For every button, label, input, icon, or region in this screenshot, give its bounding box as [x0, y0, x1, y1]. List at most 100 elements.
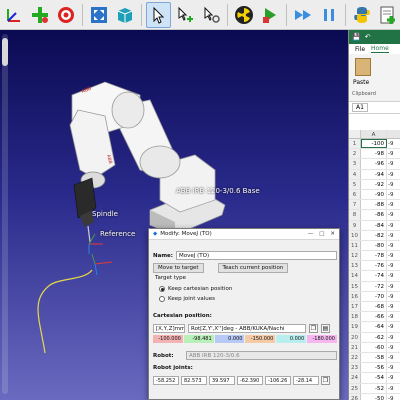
cartesian-value-field[interactable]: -180.000: [307, 335, 337, 343]
cell-b[interactable]: -9: [387, 149, 400, 158]
radiation-icon[interactable]: [232, 2, 256, 28]
spreadsheet-row[interactable]: 15 -72 -9: [349, 281, 400, 292]
row-number[interactable]: 2: [349, 149, 361, 159]
cartesian-value-field[interactable]: -98.481: [183, 335, 214, 343]
cell-b[interactable]: -9: [387, 139, 400, 148]
undo-icon[interactable]: ↶: [365, 33, 371, 41]
spreadsheet-row[interactable]: 2 -98 -9: [349, 149, 400, 160]
row-number[interactable]: 25: [349, 383, 361, 393]
cell-b[interactable]: -9: [387, 292, 400, 301]
spreadsheet-row[interactable]: 6 -90 -9: [349, 189, 400, 201]
cell-a[interactable]: -68: [361, 302, 387, 312]
spreadsheet-row[interactable]: 5 -92 -9: [349, 179, 400, 190]
row-number[interactable]: 4: [349, 169, 361, 179]
spreadsheet-row[interactable]: 11 -80 -9: [349, 240, 400, 252]
cartesian-value-field[interactable]: 0.000: [276, 335, 307, 343]
teach-icon[interactable]: [199, 2, 223, 28]
row-number[interactable]: 23: [349, 363, 361, 373]
row-number[interactable]: 10: [349, 230, 361, 240]
cell-b[interactable]: -9: [387, 394, 400, 400]
spreadsheet-row[interactable]: 25 -52 -9: [349, 383, 400, 394]
joint-value-field[interactable]: -58.252: [153, 376, 179, 385]
spreadsheet-row[interactable]: 20 -62 -9: [349, 332, 400, 343]
cell-b[interactable]: -9: [387, 282, 400, 291]
spreadsheet-grid[interactable]: A 1 -100 -9 2 -98 -9 3 -96 -9 4 -94 -9 5 -92 -9 6 -90 -9 7…: [349, 130, 400, 400]
row-number[interactable]: 7: [349, 200, 361, 210]
name-field[interactable]: MoveJ (TO): [175, 251, 337, 260]
paste-button-label[interactable]: Paste: [353, 79, 369, 86]
cell-a[interactable]: -76: [361, 261, 387, 271]
cell-b[interactable]: -9: [387, 221, 400, 230]
cell-b[interactable]: -9: [387, 190, 400, 199]
spreadsheet-row[interactable]: 12 -78 -9: [349, 251, 400, 262]
row-number[interactable]: 17: [349, 302, 361, 312]
row-number[interactable]: 26: [349, 393, 361, 400]
cell-a[interactable]: -94: [361, 169, 387, 179]
cell-b[interactable]: -9: [387, 333, 400, 342]
spreadsheet-row[interactable]: 21 -60 -9: [349, 342, 400, 353]
cell-a[interactable]: -56: [361, 363, 387, 373]
robot-select[interactable]: ABB IRB 120-3/0.6: [186, 351, 337, 360]
maximize-icon[interactable]: □: [319, 231, 324, 237]
row-number[interactable]: 6: [349, 189, 361, 200]
cell-a[interactable]: -88: [361, 200, 387, 210]
joint-value-field[interactable]: -62.390: [237, 376, 263, 385]
column-header-b[interactable]: [387, 130, 400, 138]
cell-a[interactable]: -100: [361, 139, 387, 149]
cell-b[interactable]: -9: [387, 200, 400, 209]
keep-cartesian-radio[interactable]: [159, 286, 165, 292]
cell-b[interactable]: -9: [387, 363, 400, 372]
cell-b[interactable]: -9: [387, 343, 400, 352]
dialog-titlebar[interactable]: ◆ Modify: MoveJ (TO) — □ ✕: [149, 229, 339, 240]
cell-b[interactable]: -9: [387, 353, 400, 362]
cell-b[interactable]: -9: [387, 384, 400, 393]
row-number[interactable]: 24: [349, 373, 361, 383]
spreadsheet-row[interactable]: 9 -84 -9: [349, 220, 400, 231]
spreadsheet-row[interactable]: 1 -100 -9: [349, 139, 400, 150]
teach-current-position-button[interactable]: Teach current position: [217, 263, 289, 273]
cell-a[interactable]: -60: [361, 342, 387, 352]
spreadsheet-row[interactable]: 17 -68 -9: [349, 302, 400, 313]
row-number[interactable]: 20: [349, 332, 361, 342]
row-number[interactable]: 21: [349, 342, 361, 352]
cell-b[interactable]: -9: [387, 210, 400, 219]
row-number[interactable]: 3: [349, 159, 361, 169]
cell-a[interactable]: -98: [361, 149, 387, 159]
spreadsheet-row[interactable]: 7 -88 -9: [349, 200, 400, 211]
row-number[interactable]: 11: [349, 240, 361, 251]
cell-a[interactable]: -96: [361, 159, 387, 169]
select-icon[interactable]: [146, 1, 171, 28]
cell-b[interactable]: -9: [387, 159, 400, 168]
column-header-a[interactable]: A: [361, 130, 387, 138]
row-number[interactable]: 18: [349, 312, 361, 322]
cell-a[interactable]: -52: [361, 383, 387, 393]
cell-b[interactable]: -9: [387, 231, 400, 240]
cell-a[interactable]: -78: [361, 251, 387, 261]
spreadsheet-row[interactable]: 24 -54 -9: [349, 373, 400, 384]
cell-a[interactable]: -64: [361, 322, 387, 332]
add-program-icon[interactable]: [376, 2, 400, 28]
row-number[interactable]: 5: [349, 179, 361, 189]
keep-joint-radio[interactable]: [159, 296, 165, 302]
joint-value-field[interactable]: 82.573: [181, 376, 207, 385]
joint-value-field[interactable]: 39.597: [209, 376, 235, 385]
spreadsheet-row[interactable]: 13 -76 -9: [349, 261, 400, 272]
spreadsheet-row[interactable]: 16 -70 -9: [349, 291, 400, 302]
spreadsheet-row[interactable]: 4 -94 -9: [349, 169, 400, 180]
cell-a[interactable]: -82: [361, 230, 387, 240]
cell-b[interactable]: -9: [387, 241, 400, 250]
tab-file[interactable]: File: [355, 46, 365, 53]
cell-b[interactable]: -9: [387, 312, 400, 321]
cell-b[interactable]: -9: [387, 302, 400, 311]
keep-cartesian-label[interactable]: Keep cartesian position: [168, 286, 232, 292]
close-icon[interactable]: ✕: [330, 231, 335, 237]
cartesian-value-field[interactable]: -100.000: [153, 335, 183, 343]
cell-a[interactable]: -86: [361, 210, 387, 220]
cell-b[interactable]: -9: [387, 271, 400, 280]
cell-a[interactable]: -90: [361, 189, 387, 200]
cell-a[interactable]: -66: [361, 312, 387, 322]
cartesian-value-field[interactable]: 0.000: [214, 335, 245, 343]
row-number[interactable]: 13: [349, 261, 361, 271]
row-number[interactable]: 15: [349, 281, 361, 291]
cube-view-icon[interactable]: [113, 2, 137, 28]
